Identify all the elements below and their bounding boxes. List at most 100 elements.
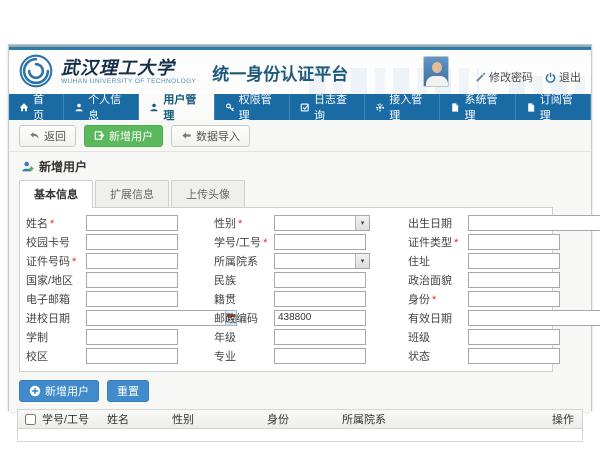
field-ethnicity: 民族 — [214, 271, 408, 288]
field-label: 民族 — [214, 275, 236, 287]
nav-item-home[interactable]: 首页 — [9, 94, 64, 120]
app-header: 武汉理工大学 WUHAN UNIVERSITY OF TECHNOLOGY 统一… — [9, 50, 591, 94]
field-label: 有效日期 — [408, 313, 452, 325]
field-label: 国家/地区 — [26, 275, 73, 287]
required-marker: * — [263, 237, 267, 249]
university-name-en: WUHAN UNIVERSITY OF TECHNOLOGY — [61, 78, 196, 85]
field-label: 出生日期 — [408, 218, 452, 230]
column-name: 姓名 — [107, 411, 172, 427]
ethnicity-input[interactable] — [274, 272, 366, 288]
field-native-place: 籍贯 — [214, 290, 408, 307]
required-marker: * — [50, 218, 54, 230]
user-icon — [149, 102, 159, 113]
select-all-checkbox[interactable] — [25, 414, 36, 425]
reset-button[interactable]: 重置 — [107, 380, 149, 402]
section-title: 新增用户 — [9, 152, 591, 176]
column-student-id: 学号/工号 — [42, 411, 107, 427]
address-input[interactable] — [468, 253, 560, 269]
add-user-toolbar-button[interactable]: 新增用户 — [84, 125, 163, 147]
major-input[interactable] — [274, 348, 366, 364]
status-input[interactable] — [468, 348, 560, 364]
change-password-link[interactable]: 修改密码 — [475, 69, 533, 87]
home-icon — [19, 102, 29, 113]
identity-input[interactable] — [468, 291, 560, 307]
field-label: 学号/工号 — [214, 237, 261, 249]
field-birth-date: 出生日期 — [408, 214, 564, 231]
student-id-input[interactable] — [274, 234, 366, 250]
field-id-number: 证件号码* — [26, 252, 214, 269]
field-label: 姓名 — [26, 218, 48, 230]
nav-item-subscription[interactable]: 订阅管理 — [516, 94, 591, 120]
email-input[interactable] — [86, 291, 178, 307]
field-label: 所属院系 — [214, 256, 258, 268]
back-button[interactable]: 返回 — [19, 125, 76, 147]
class-input[interactable] — [468, 329, 560, 345]
field-name: 姓名* — [26, 214, 214, 231]
column-identity: 身份 — [267, 411, 342, 427]
postal-code-input[interactable] — [274, 310, 366, 326]
user-table: 学号/工号 姓名 性别 身份 所属院系 操作 — [17, 409, 583, 442]
name-input[interactable] — [86, 215, 178, 231]
education-length-input[interactable] — [86, 329, 178, 345]
tab-extended-info[interactable]: 扩展信息 — [95, 180, 169, 207]
field-student-id: 学号/工号* — [214, 233, 408, 250]
power-icon — [545, 72, 556, 83]
nav-item-system[interactable]: 系统管理 — [440, 94, 515, 120]
tab-basic-info[interactable]: 基本信息 — [19, 180, 93, 208]
grade-input[interactable] — [274, 329, 366, 345]
campus-card-input[interactable] — [86, 234, 178, 250]
field-email: 电子邮箱 — [26, 290, 214, 307]
gear-icon — [375, 102, 385, 113]
department-select[interactable]: ▾ — [274, 253, 370, 269]
logout-link[interactable]: 退出 — [545, 69, 581, 87]
nav-item-logs[interactable]: 日志查询 — [290, 94, 365, 120]
gender-select[interactable]: ▾ — [274, 215, 370, 231]
add-user-icon — [21, 160, 34, 173]
chevron-down-icon[interactable]: ▾ — [355, 216, 369, 230]
field-postal-code: 邮政编码 — [214, 309, 408, 326]
required-marker: * — [238, 218, 242, 230]
nav-item-profile[interactable]: 个人信息 — [64, 94, 139, 120]
chevron-down-icon[interactable]: ▾ — [355, 254, 369, 268]
id-type-input[interactable] — [468, 234, 560, 250]
field-label: 年级 — [214, 332, 236, 344]
field-label: 专业 — [214, 351, 236, 363]
country-region-input[interactable] — [86, 272, 178, 288]
field-label: 身份 — [408, 294, 430, 306]
app-window: 武汉理工大学 WUHAN UNIVERSITY OF TECHNOLOGY 统一… — [8, 44, 592, 411]
field-grade: 年级 — [214, 328, 408, 345]
field-education-length: 学制 — [26, 328, 214, 345]
field-status: 状态 — [408, 347, 560, 364]
nav-item-access[interactable]: 接入管理 — [365, 94, 440, 120]
valid-date-input[interactable] — [468, 310, 600, 326]
field-identity: 身份* — [408, 290, 560, 307]
file-icon — [526, 102, 536, 113]
field-label: 电子邮箱 — [26, 294, 70, 306]
field-label: 校园卡号 — [26, 237, 70, 249]
content-area: 返回 新增用户 数据导入 新增用户 基本信息 扩展信息 上传头像 姓名* — [9, 120, 591, 412]
form-actions: 新增用户 重置 — [19, 380, 591, 402]
native-place-input[interactable] — [274, 291, 366, 307]
data-import-button[interactable]: 数据导入 — [171, 125, 250, 147]
field-political-status: 政治面貌 — [408, 271, 560, 288]
political-status-input[interactable] — [468, 272, 560, 288]
field-department: 所属院系 ▾ — [214, 252, 408, 269]
tab-upload-avatar[interactable]: 上传头像 — [171, 180, 245, 207]
entry-date-input[interactable] — [86, 310, 225, 326]
add-user-submit-button[interactable]: 新增用户 — [19, 380, 99, 402]
field-major: 专业 — [214, 347, 408, 364]
toolbar: 返回 新增用户 数据导入 — [9, 120, 591, 152]
field-label: 籍贯 — [214, 294, 236, 306]
field-gender: 性别* ▾ — [214, 214, 408, 231]
field-valid-date: 有效日期 — [408, 309, 564, 326]
field-label: 证件类型 — [408, 237, 452, 249]
check-square-icon — [300, 102, 310, 113]
field-label: 校区 — [26, 351, 48, 363]
birth-date-input[interactable] — [468, 215, 600, 231]
field-class: 班级 — [408, 328, 560, 345]
id-number-input[interactable] — [86, 253, 178, 269]
user-avatar[interactable] — [423, 56, 449, 87]
nav-item-user-management[interactable]: 用户管理 — [139, 94, 214, 120]
campus-input[interactable] — [86, 348, 178, 364]
nav-item-permission[interactable]: 权限管理 — [215, 94, 290, 120]
